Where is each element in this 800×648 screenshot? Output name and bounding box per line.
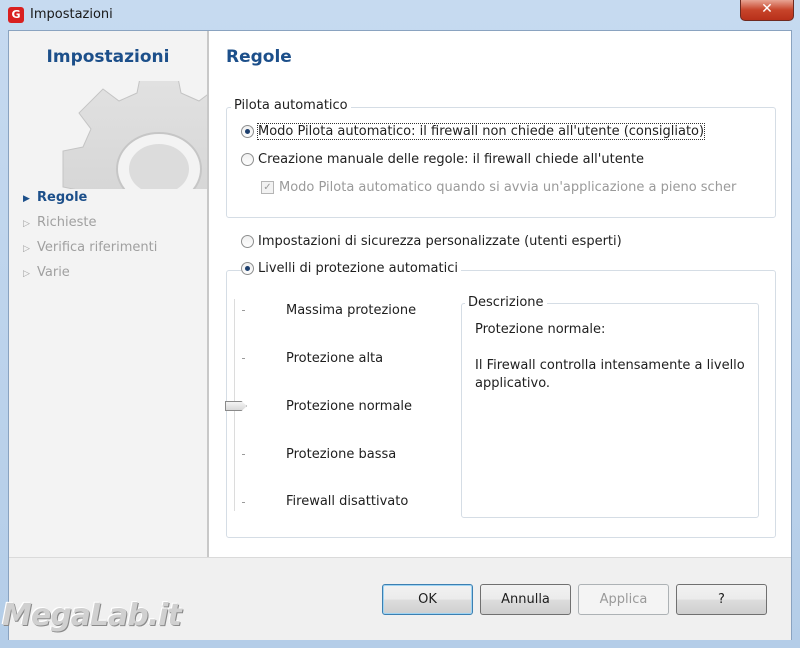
sidebar-item-verifica-riferimenti[interactable]: ▷ Verifica riferimenti: [23, 235, 157, 260]
radio-custom-settings[interactable]: Impostazioni di sicurezza personalizzate…: [241, 234, 622, 249]
level-label-low: Protezione bassa: [286, 447, 397, 462]
level-label-high: Protezione alta: [286, 351, 384, 366]
sidebar-item-label: Regole: [37, 190, 88, 205]
close-button[interactable]: ✕: [740, 0, 794, 21]
sidebar: Impostazioni ▶ Regole ▷ Richieste ▷ Veri…: [9, 31, 209, 557]
sidebar-item-label: Varie: [37, 265, 70, 280]
level-label-normal: Protezione normale: [286, 399, 413, 414]
cancel-button[interactable]: Annulla: [480, 584, 571, 615]
sidebar-item-richieste[interactable]: ▷ Richieste: [23, 210, 157, 235]
radio-auto-pilot-label: Modo Pilota automatico: il firewall non …: [256, 123, 706, 140]
slider-tick: [242, 454, 245, 455]
radio-auto-pilot[interactable]: Modo Pilota automatico: il firewall non …: [241, 123, 706, 140]
window-title: Impostazioni: [30, 7, 113, 22]
sidebar-item-regole[interactable]: ▶ Regole: [23, 185, 157, 210]
sidebar-item-varie[interactable]: ▷ Varie: [23, 260, 157, 285]
checkbox[interactable]: ✓: [261, 181, 274, 194]
megalab-watermark: MegaLab.it: [2, 598, 182, 633]
slider-tick: [242, 310, 245, 311]
apply-button[interactable]: Applica: [578, 584, 669, 615]
chevron-right-icon: ▷: [23, 269, 30, 279]
checkbox-fullscreen-label: Modo Pilota automatico quando si avvia u…: [279, 180, 737, 195]
chevron-right-icon: ▶: [23, 194, 30, 204]
sidebar-title: Impostazioni: [46, 47, 170, 67]
level-label-disabled: Firewall disattivato: [286, 494, 409, 509]
radio-custom-settings-label: Impostazioni di sicurezza personalizzate…: [258, 234, 622, 249]
radio-button[interactable]: [241, 125, 254, 138]
radio-button[interactable]: [241, 153, 254, 166]
client-area: Impostazioni ▶ Regole ▷ Richieste ▷ Veri…: [8, 30, 792, 640]
slider-tick: [242, 502, 245, 503]
sidebar-item-label: Verifica riferimenti: [37, 240, 158, 255]
sidebar-nav: ▶ Regole ▷ Richieste ▷ Verifica riferimenti…: [23, 185, 157, 285]
help-button[interactable]: ?: [676, 584, 767, 615]
sidebar-item-label: Richieste: [37, 215, 97, 230]
radio-button[interactable]: [241, 235, 254, 248]
radio-auto-levels[interactable]: Livelli di protezione automatici: [241, 261, 461, 276]
radio-manual-rules-label: Creazione manuale delle regole: il firew…: [258, 152, 645, 167]
title-bar[interactable]: G Impostazioni ✕: [0, 0, 800, 30]
checkbox-fullscreen-autopilot[interactable]: ✓ Modo Pilota automatico quando si avvia…: [261, 180, 736, 195]
description-text: Protezione normale: Il Firewall controll…: [475, 322, 745, 391]
radio-auto-levels-label: Livelli di protezione automatici: [258, 261, 458, 276]
chevron-right-icon: ▷: [23, 244, 30, 254]
pilot-group-legend: Pilota automatico: [231, 98, 351, 113]
level-label-max: Massima protezione: [286, 303, 417, 318]
main-panel: Regole Pilota automatico Modo Pilota aut…: [209, 31, 791, 557]
gear-icon: [49, 81, 207, 189]
slider-tick: [242, 358, 245, 359]
chevron-right-icon: ▷: [23, 219, 30, 229]
ok-button[interactable]: OK: [382, 584, 473, 615]
gdata-app-icon: G: [8, 7, 24, 23]
radio-manual-rules[interactable]: Creazione manuale delle regole: il firew…: [241, 152, 644, 167]
page-title: Regole: [226, 47, 292, 67]
description-legend: Descrizione: [465, 295, 547, 310]
settings-window: G Impostazioni ✕ Impostazioni ▶ Regole ▷…: [0, 0, 800, 648]
radio-button[interactable]: [241, 262, 254, 275]
